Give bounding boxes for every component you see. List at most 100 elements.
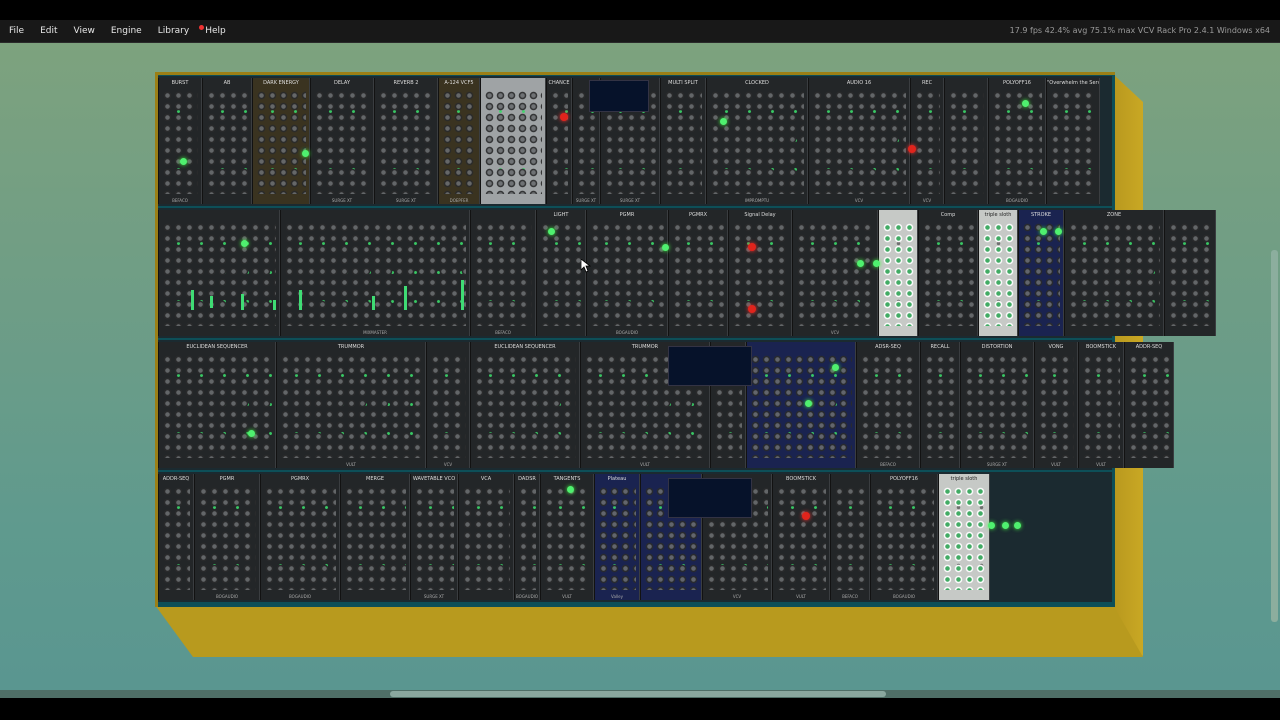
module-knobs-jacks[interactable]: [284, 222, 466, 326]
module-knobs-jacks[interactable]: [162, 486, 190, 590]
module-r2-4[interactable]: LIGHT: [536, 210, 586, 336]
module-r4-4[interactable]: MERGE: [340, 474, 410, 600]
module-r2-14[interactable]: [1164, 210, 1216, 336]
module-knobs-jacks[interactable]: [344, 486, 406, 590]
module-r2-10[interactable]: Comp: [918, 210, 978, 336]
module-r2-1[interactable]: [158, 210, 280, 336]
menu-engine[interactable]: Engine: [103, 20, 150, 42]
module-r4-6[interactable]: VCA: [458, 474, 514, 600]
module-knobs-jacks[interactable]: [796, 222, 874, 326]
module-r1-16[interactable]: POLYOFF16 BOGAUDIO: [988, 78, 1046, 204]
module-knobs-jacks[interactable]: [1050, 90, 1096, 194]
module-r1-12[interactable]: CLOCKED IMPROMPTU: [706, 78, 808, 204]
module-knobs-jacks[interactable]: [198, 486, 256, 590]
module-knobs-jacks[interactable]: [256, 90, 306, 194]
module-knobs-jacks[interactable]: [590, 222, 664, 326]
module-knobs-jacks[interactable]: [860, 354, 916, 458]
module-knobs-jacks[interactable]: [314, 90, 370, 194]
module-r3-9[interactable]: RECALL: [920, 342, 960, 468]
module-r1-15[interactable]: [944, 78, 988, 204]
module-knobs-jacks[interactable]: [1022, 222, 1060, 326]
module-knobs-jacks[interactable]: [664, 90, 702, 194]
module-knobs-jacks[interactable]: [280, 354, 422, 458]
module-r1-6[interactable]: A-124 VCF5 DOEPFER: [438, 78, 480, 204]
module-r4-7[interactable]: DADSR BOGAUDIO: [514, 474, 540, 600]
module-r3-11[interactable]: VONG VULT: [1034, 342, 1078, 468]
module-knobs-jacks[interactable]: [162, 90, 198, 194]
module-knobs-jacks[interactable]: [540, 222, 582, 326]
module-r2-8[interactable]: VCV: [792, 210, 878, 336]
module-knobs-jacks[interactable]: [162, 354, 272, 458]
module-r2-2[interactable]: MIXMASTER: [280, 210, 470, 336]
module-knobs-jacks[interactable]: [264, 486, 336, 590]
module-r3-8[interactable]: ADSR-SEQ BEFACO: [856, 342, 920, 468]
rack-workspace[interactable]: BURST BEFACO AB DARK ENERGY DELAY SURGE XT REV…: [0, 43, 1280, 691]
module-knobs-jacks[interactable]: [1082, 354, 1120, 458]
module-r1-8[interactable]: CHANCE: [546, 78, 572, 204]
module-r4-5[interactable]: WAVETABLE VCO SURGE XT: [410, 474, 458, 600]
module-knobs-jacks[interactable]: [922, 222, 974, 326]
module-r4-14[interactable]: POLYOFF16 BOGAUDIO: [870, 474, 938, 600]
module-knobs-jacks[interactable]: [1038, 354, 1074, 458]
module-knobs-jacks[interactable]: [672, 222, 724, 326]
module-knobs-jacks[interactable]: [474, 222, 532, 326]
module-knobs-jacks[interactable]: [882, 222, 914, 326]
module-knobs-jacks[interactable]: [206, 90, 248, 194]
menu-edit[interactable]: Edit: [32, 20, 65, 42]
module-r3-2[interactable]: TRUMMOR VULT: [276, 342, 426, 468]
module-r2-3[interactable]: BEFACO: [470, 210, 536, 336]
module-knobs-jacks[interactable]: [484, 90, 542, 194]
module-r2-9[interactable]: [878, 210, 918, 336]
module-r3-10[interactable]: DISTORTION SURGE XT: [960, 342, 1034, 468]
module-knobs-jacks[interactable]: [776, 486, 826, 590]
module-knobs-jacks[interactable]: [874, 486, 934, 590]
module-r4-13[interactable]: BEFACO: [830, 474, 870, 600]
menu-file[interactable]: File: [0, 20, 32, 42]
module-r3-7[interactable]: [746, 342, 856, 468]
horizontal-scroll-thumb[interactable]: [390, 691, 886, 697]
module-r3-13[interactable]: ADDR-SEQ: [1124, 342, 1174, 468]
module-r4-9[interactable]: Plateau Valley: [594, 474, 640, 600]
module-knobs-jacks[interactable]: [474, 354, 576, 458]
module-knobs-jacks[interactable]: [598, 486, 636, 590]
module-knobs-jacks[interactable]: [992, 90, 1042, 194]
module-knobs-jacks[interactable]: [1168, 222, 1212, 326]
module-r1-17[interactable]: "Overwhelm the Servers.vcv": [1046, 78, 1100, 204]
module-r1-14[interactable]: REC VCV: [910, 78, 944, 204]
module-r3-4[interactable]: EUCLIDEAN SEQUENCER: [470, 342, 580, 468]
module-knobs-jacks[interactable]: [834, 486, 866, 590]
vertical-scroll-thumb[interactable]: [1271, 250, 1278, 622]
module-knobs-jacks[interactable]: [162, 222, 276, 326]
module-r4-1[interactable]: ADDR-SEQ: [158, 474, 194, 600]
module-knobs-jacks[interactable]: [378, 90, 434, 194]
module-knobs-jacks[interactable]: [942, 486, 986, 590]
module-r2-5[interactable]: PGMR BOGAUDIO: [586, 210, 668, 336]
module-r2-7[interactable]: Signal Delay: [728, 210, 792, 336]
module-r4-15[interactable]: triple sloth: [938, 474, 990, 600]
module-r3-3[interactable]: VCV: [426, 342, 470, 468]
module-r4-12[interactable]: BOOMSTICK VULT: [772, 474, 830, 600]
module-r1-7[interactable]: [480, 78, 546, 204]
module-knobs-jacks[interactable]: [550, 90, 568, 194]
module-r1-5[interactable]: REVERB 2 SURGE XT: [374, 78, 438, 204]
module-knobs-jacks[interactable]: [710, 90, 804, 194]
module-knobs-jacks[interactable]: [442, 90, 476, 194]
module-r4-3[interactable]: PGMRX BOGAUDIO: [260, 474, 340, 600]
menu-view[interactable]: View: [66, 20, 103, 42]
module-knobs-jacks[interactable]: [914, 90, 940, 194]
module-r1-11[interactable]: MULTI SPLIT: [660, 78, 706, 204]
module-knobs-jacks[interactable]: [544, 486, 590, 590]
module-knobs-jacks[interactable]: [1068, 222, 1160, 326]
menu-help[interactable]: Help: [197, 20, 234, 42]
module-knobs-jacks[interactable]: [948, 90, 984, 194]
module-knobs-jacks[interactable]: [964, 354, 1030, 458]
module-r2-6[interactable]: PGMRX: [668, 210, 728, 336]
module-knobs-jacks[interactable]: [812, 90, 906, 194]
module-knobs-jacks[interactable]: [430, 354, 466, 458]
module-r1-1[interactable]: BURST BEFACO: [158, 78, 202, 204]
module-r1-4[interactable]: DELAY SURGE XT: [310, 78, 374, 204]
module-r3-12[interactable]: BOOMSTICK VULT: [1078, 342, 1124, 468]
module-knobs-jacks[interactable]: [924, 354, 956, 458]
module-knobs-jacks[interactable]: [414, 486, 454, 590]
module-r1-2[interactable]: AB: [202, 78, 252, 204]
